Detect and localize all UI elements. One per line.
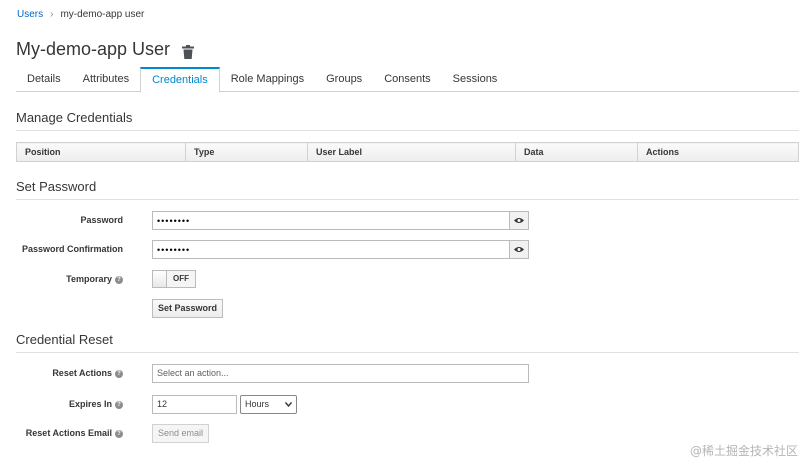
tab-bar: Details Attributes Credentials Role Mapp… [16, 67, 799, 93]
reset-actions-label: Reset Actions [52, 368, 112, 378]
eye-icon[interactable] [509, 241, 528, 258]
column-user-label[interactable]: User Label [307, 142, 516, 162]
tab-consents[interactable]: Consents [373, 67, 441, 91]
tab-attributes[interactable]: Attributes [72, 67, 140, 91]
tab-sessions[interactable]: Sessions [442, 67, 509, 91]
credential-reset-title: Credential Reset [16, 332, 799, 353]
expires-in-label-row: Expires In? [69, 399, 123, 409]
help-icon[interactable]: ? [115, 276, 123, 284]
reset-actions-select[interactable]: Select an action... [152, 364, 529, 383]
breadcrumb-separator: › [50, 9, 54, 20]
breadcrumb: Users › my-demo-app user [17, 9, 144, 20]
password-confirmation-group [152, 240, 529, 259]
page-title: My-demo-app User [16, 39, 171, 59]
tab-role-mappings[interactable]: Role Mappings [220, 67, 315, 91]
help-icon[interactable]: ? [115, 370, 123, 378]
page-title-row: My-demo-app User [16, 39, 195, 60]
breadcrumb-current: my-demo-app user [60, 9, 145, 20]
trash-icon[interactable] [182, 43, 195, 59]
temporary-toggle[interactable]: OFF [152, 270, 196, 288]
password-label: Password [80, 215, 123, 225]
eye-icon[interactable] [509, 212, 528, 229]
reset-actions-label-row: Reset Actions? [52, 368, 123, 378]
reset-actions-email-label: Reset Actions Email [25, 428, 112, 438]
toggle-state: OFF [167, 271, 195, 287]
password-input-group [152, 211, 529, 230]
expires-unit-select[interactable]: Hours [240, 395, 297, 414]
expires-in-input[interactable]: 12 [152, 395, 237, 414]
toggle-knob [153, 271, 167, 287]
watermark: @稀土掘金技术社区 [689, 444, 798, 458]
reset-email-label-row: Reset Actions Email? [26, 428, 123, 438]
send-email-button[interactable]: Send email [152, 424, 210, 443]
help-icon[interactable]: ? [115, 401, 123, 409]
column-actions[interactable]: Actions [637, 142, 799, 162]
help-icon[interactable]: ? [115, 430, 123, 438]
column-position[interactable]: Position [16, 142, 186, 162]
expires-in-label: Expires In [68, 399, 112, 409]
chevron-down-icon [284, 396, 293, 413]
column-type[interactable]: Type [185, 142, 308, 162]
column-data[interactable]: Data [515, 142, 638, 162]
breadcrumb-users-link[interactable]: Users [17, 9, 43, 20]
tab-groups[interactable]: Groups [315, 67, 373, 91]
password-input[interactable] [153, 212, 509, 229]
set-password-title: Set Password [16, 179, 799, 200]
tab-credentials[interactable]: Credentials [140, 67, 220, 93]
temporary-label-row: Temporary? [66, 274, 123, 284]
password-confirmation-label: Password Confirmation [21, 244, 123, 254]
manage-credentials-title: Manage Credentials [16, 110, 799, 131]
set-password-button[interactable]: Set Password [152, 299, 224, 318]
tab-details[interactable]: Details [16, 67, 72, 91]
password-confirmation-input[interactable] [153, 241, 509, 258]
expires-unit-value: Hours [245, 399, 270, 409]
temporary-label: Temporary [66, 274, 112, 284]
credentials-table: Position Type User Label Data Actions [16, 142, 799, 162]
